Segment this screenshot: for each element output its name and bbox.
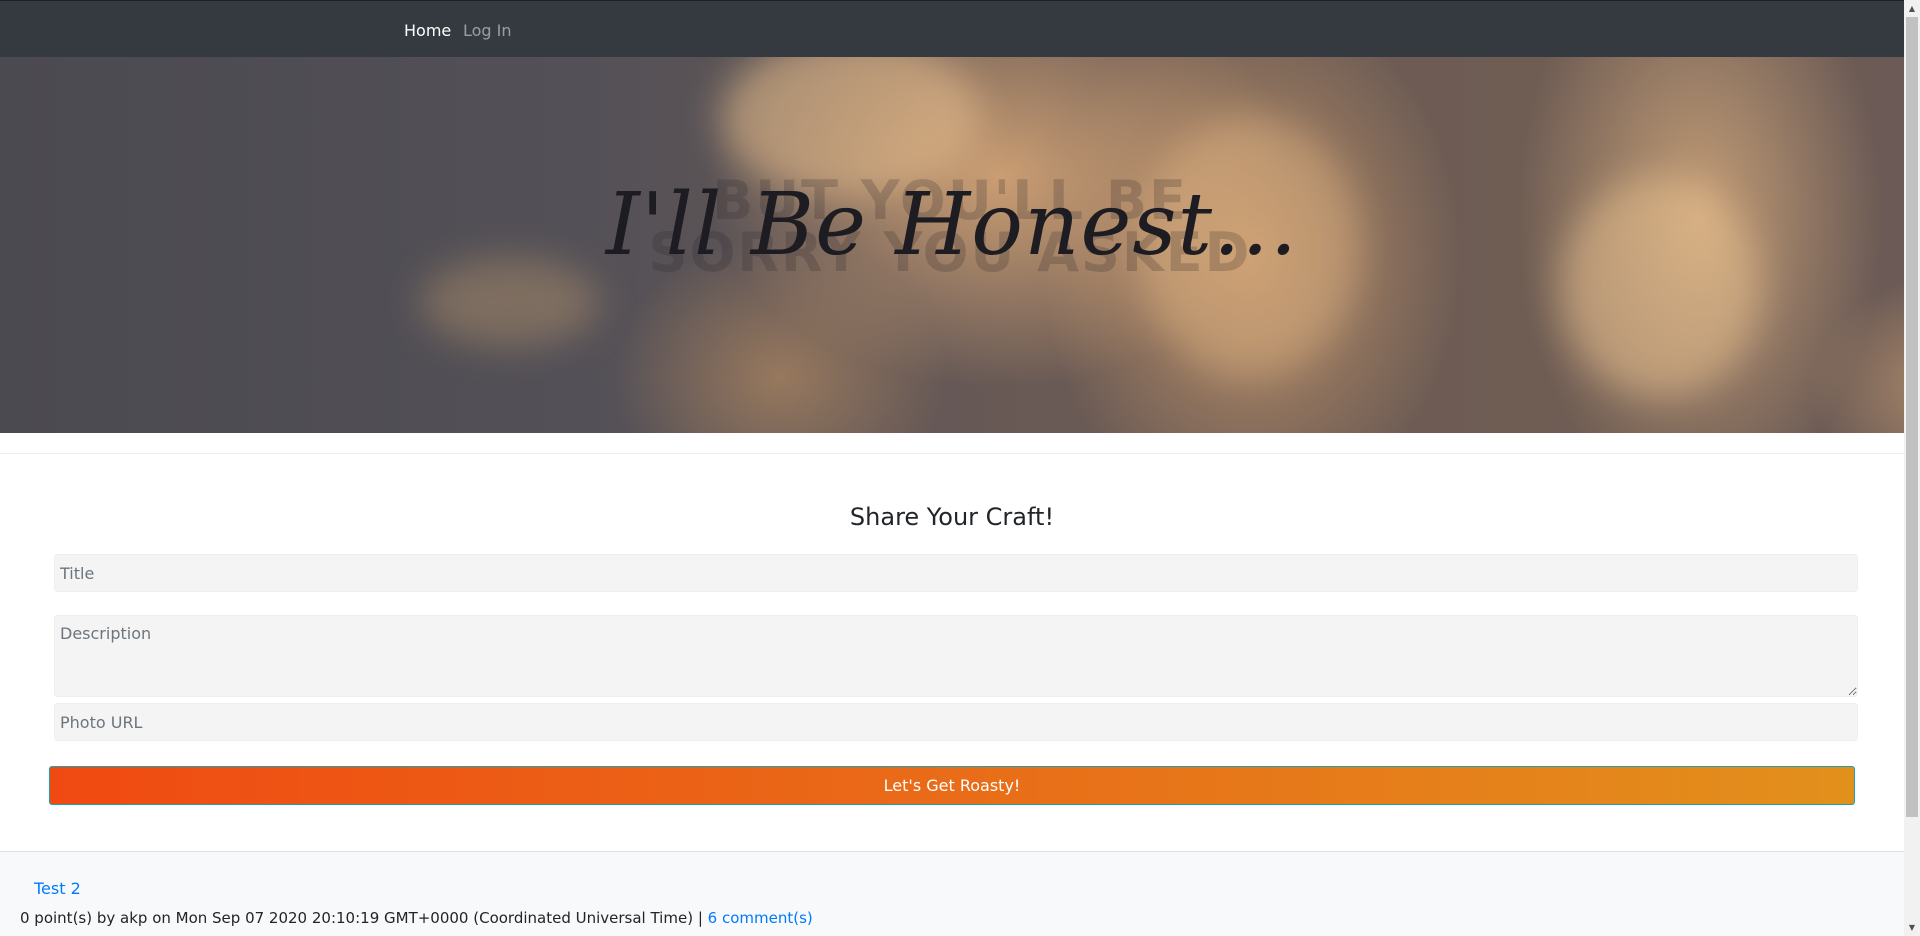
vertical-scrollbar[interactable]: ▲ ▼ bbox=[1904, 0, 1920, 936]
form-heading: Share Your Craft! bbox=[849, 503, 1055, 531]
navbar: Home Log In bbox=[0, 0, 1904, 57]
scroll-up-icon[interactable]: ▲ bbox=[1904, 0, 1920, 17]
nav-login-link[interactable]: Log In bbox=[463, 21, 512, 41]
post-meta: 0 point(s) by akp on Mon Sep 07 2020 20:… bbox=[20, 909, 813, 927]
post-meta-text: 0 point(s) by akp on Mon Sep 07 2020 20:… bbox=[20, 909, 703, 927]
share-form-section: Share Your Craft! Let's Get Roasty! bbox=[0, 453, 1904, 851]
nav-home-link[interactable]: Home bbox=[404, 21, 451, 41]
title-input[interactable] bbox=[54, 554, 1858, 592]
scroll-down-icon[interactable]: ▼ bbox=[1904, 919, 1920, 936]
page: Home Log In BUT YOU'LL BE SORRY YOU ASKE… bbox=[0, 0, 1904, 936]
post-comments-link[interactable]: 6 comment(s) bbox=[708, 909, 813, 927]
posts-list: Test 2 0 point(s) by akp on Mon Sep 07 2… bbox=[0, 851, 1904, 936]
scrollbar-thumb[interactable] bbox=[1906, 17, 1918, 817]
description-textarea[interactable] bbox=[54, 615, 1858, 697]
hero-title: I'll Be Honest... bbox=[605, 175, 1299, 275]
submit-button[interactable]: Let's Get Roasty! bbox=[49, 766, 1855, 805]
post-title-link[interactable]: Test 2 bbox=[34, 879, 81, 898]
photo-url-input[interactable] bbox=[54, 703, 1858, 741]
hero-banner: BUT YOU'LL BE SORRY YOU ASKED I'll Be Ho… bbox=[0, 57, 1904, 433]
